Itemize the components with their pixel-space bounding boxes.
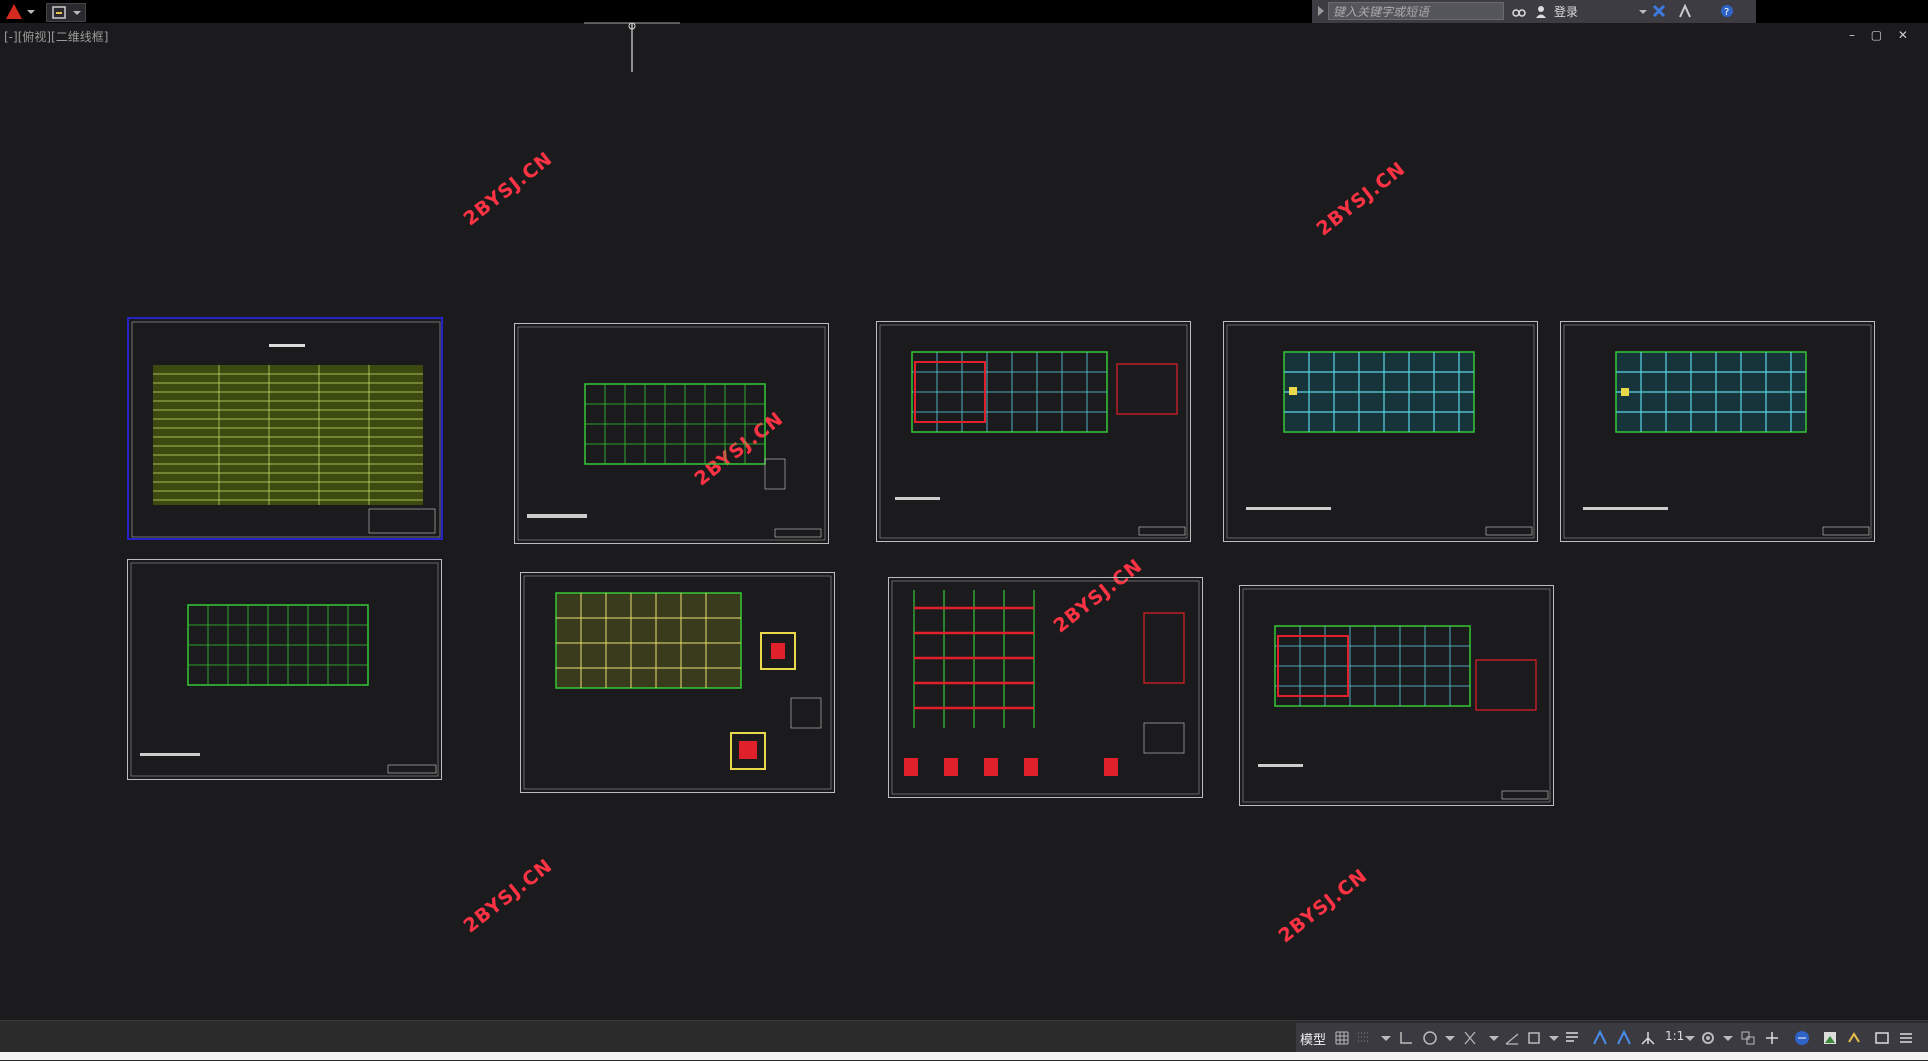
auto-scale-icon[interactable] — [1616, 1030, 1632, 1046]
workspace-gear-icon[interactable] — [1700, 1030, 1716, 1046]
title-bar: 键入关键字或短语 登录 ? — [0, 0, 1928, 23]
chevron-down-icon[interactable] — [1546, 1030, 1562, 1046]
window-controls[interactable]: – ▢ ✕ — [1849, 28, 1914, 42]
expand-arrow-icon[interactable] — [1314, 4, 1328, 18]
sheet-content — [891, 580, 1200, 795]
binoculars-icon[interactable] — [1512, 4, 1526, 18]
chevron-down-icon[interactable] — [1720, 1030, 1736, 1046]
annotation-visibility-icon[interactable] — [1592, 1030, 1608, 1046]
polar-tracking-icon[interactable] — [1422, 1030, 1438, 1046]
chevron-down-icon[interactable] — [1682, 1030, 1698, 1046]
chevron-down-icon[interactable] — [1378, 1030, 1394, 1046]
design-notes-sheet[interactable] — [127, 317, 443, 540]
lineweight-icon[interactable] — [1564, 1030, 1580, 1046]
isometric-drafting-icon[interactable] — [1462, 1030, 1478, 1046]
taskbar-strip — [0, 1052, 1928, 1060]
chevron-down-icon[interactable] — [1486, 1030, 1502, 1046]
chevron-down-icon[interactable] — [1442, 1030, 1458, 1046]
model-space-button[interactable]: 模型 — [1300, 1029, 1326, 1048]
dropdown-arrow-icon[interactable] — [1636, 4, 1650, 18]
watermark-text: 2BYSJ.CN — [1274, 864, 1372, 948]
sheet-content — [879, 324, 1188, 539]
watermark-text: 2BYSJ.CN — [459, 147, 557, 231]
quick-access-toolbar[interactable] — [46, 3, 86, 22]
watermark-text: 2BYSJ.CN — [459, 854, 557, 938]
frame-elevation-sheet[interactable] — [888, 577, 1203, 798]
sheet-content — [1563, 324, 1872, 539]
fullscreen-icon[interactable] — [1874, 1030, 1890, 1046]
roof-slab-plan-sheet[interactable] — [1560, 321, 1875, 542]
object-snap-icon[interactable] — [1526, 1030, 1542, 1046]
help-icon[interactable]: ? — [1720, 4, 1734, 18]
foundation-plan-sheet[interactable] — [514, 323, 829, 544]
exchange-apps-icon[interactable] — [1652, 4, 1666, 18]
units-plus-icon[interactable] — [1764, 1030, 1780, 1046]
grid-icon[interactable] — [1334, 1030, 1350, 1046]
foundation-detail-sheet[interactable] — [520, 572, 835, 793]
autodesk-a360-icon[interactable] — [1678, 4, 1692, 18]
object-snap-tracking-icon[interactable] — [1504, 1030, 1520, 1046]
sheet-content — [1226, 324, 1535, 539]
viewport-label[interactable]: [-][俯视][二维线框] — [4, 28, 108, 45]
svg-text:?: ? — [1724, 7, 1729, 18]
sheet-content — [131, 321, 441, 538]
application-menu-button[interactable] — [2, 1, 40, 22]
ortho-mode-icon[interactable] — [1398, 1030, 1414, 1046]
beam-reinforcement-sheet-2[interactable] — [1239, 585, 1554, 806]
watermark-text: 2BYSJ.CN — [1312, 157, 1410, 241]
annotation-scale-icon[interactable] — [1640, 1030, 1656, 1046]
ucs-icon — [584, 22, 680, 72]
beam-reinforcement-sheet[interactable] — [876, 321, 1191, 542]
slab-plan-sheet[interactable] — [1223, 321, 1538, 542]
snap-mode-icon[interactable] — [1356, 1030, 1372, 1046]
graphics-performance-icon[interactable] — [1822, 1030, 1838, 1046]
column-layout-sheet[interactable] — [127, 559, 442, 780]
sheet-content — [1242, 588, 1551, 803]
quick-properties-icon[interactable] — [1794, 1030, 1810, 1046]
sheet-content — [130, 562, 439, 777]
sheet-content — [517, 326, 826, 541]
annotation-monitor-icon[interactable] — [1740, 1030, 1756, 1046]
customization-menu-icon[interactable] — [1898, 1030, 1914, 1046]
search-input[interactable]: 键入关键字或短语 — [1328, 2, 1504, 20]
user-icon[interactable] — [1534, 4, 1548, 18]
login-button[interactable]: 登录 — [1554, 3, 1578, 20]
clean-screen-icon[interactable] — [1846, 1030, 1862, 1046]
sheet-content — [523, 575, 832, 790]
